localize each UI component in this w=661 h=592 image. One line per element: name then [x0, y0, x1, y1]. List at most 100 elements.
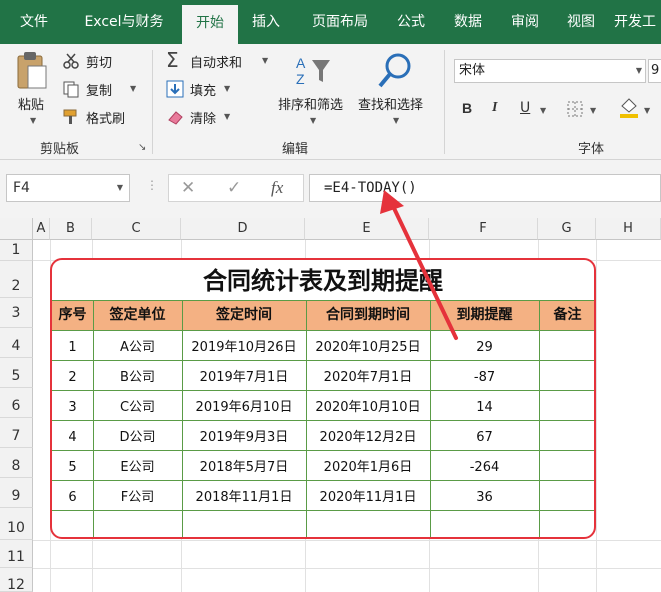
font-size-select[interactable]: 9: [648, 59, 661, 83]
cut-button[interactable]: 剪切: [86, 52, 112, 71]
tab-view[interactable]: 视图: [556, 0, 606, 44]
name-box-dropdown-icon[interactable]: ▼: [117, 175, 123, 201]
row-header-8[interactable]: 8: [0, 448, 33, 478]
fill-color-icon[interactable]: [618, 96, 640, 118]
tab-file[interactable]: 文件: [6, 0, 62, 44]
table-cell[interactable]: B公司: [93, 360, 182, 390]
column-header-g[interactable]: G: [538, 218, 596, 240]
insert-function-icon[interactable]: fx: [271, 178, 283, 198]
table-cell[interactable]: [539, 360, 594, 390]
table-cell[interactable]: 2020年1月6日: [306, 450, 430, 480]
table-cell[interactable]: [539, 480, 594, 510]
bold-button[interactable]: B: [462, 100, 472, 116]
tab-page-layout[interactable]: 页面布局: [298, 0, 382, 44]
table-cell[interactable]: [539, 330, 594, 360]
header-cell-sign-date[interactable]: 签定时间: [182, 300, 306, 330]
header-cell-reminder[interactable]: 到期提醒: [430, 300, 539, 330]
font-name-dropdown-icon[interactable]: ▼: [636, 60, 642, 82]
table-cell[interactable]: 6: [52, 480, 93, 510]
tab-data[interactable]: 数据: [442, 0, 494, 44]
header-cell-remarks[interactable]: 备注: [539, 300, 594, 330]
find-select-dropdown-icon[interactable]: ▼: [393, 116, 399, 125]
row-header-4[interactable]: 4: [0, 328, 33, 358]
copy-dropdown-icon[interactable]: ▼: [130, 84, 136, 93]
fill-button[interactable]: 填充: [190, 80, 216, 99]
row-header-2[interactable]: 2: [0, 261, 33, 298]
cancel-icon[interactable]: ✕: [181, 178, 195, 198]
tab-developer[interactable]: 开发工: [614, 0, 661, 44]
format-painter-button[interactable]: 格式刷: [86, 108, 125, 127]
row-header-9[interactable]: 9: [0, 478, 33, 508]
table-cell[interactable]: 2018年5月7日: [182, 450, 306, 480]
table-cell[interactable]: [539, 390, 594, 420]
table-cell[interactable]: [539, 450, 594, 480]
table-cell[interactable]: 67: [430, 420, 539, 450]
select-all-corner[interactable]: [0, 218, 33, 240]
table-cell[interactable]: 4: [52, 420, 93, 450]
header-cell-no[interactable]: 序号: [52, 300, 93, 330]
underline-dropdown-icon[interactable]: ▼: [540, 106, 546, 115]
autosum-button[interactable]: 自动求和: [190, 52, 242, 71]
name-box[interactable]: F4 ▼: [6, 174, 130, 202]
table-cell[interactable]: 2018年11月1日: [182, 480, 306, 510]
fill-color-dropdown-icon[interactable]: ▼: [644, 106, 650, 115]
borders-dropdown-icon[interactable]: ▼: [590, 106, 596, 115]
tab-review[interactable]: 审阅: [500, 0, 550, 44]
table-cell[interactable]: 1: [52, 330, 93, 360]
table-cell-selected[interactable]: 29: [430, 330, 539, 360]
row-header-10[interactable]: 10: [0, 508, 33, 540]
table-cell[interactable]: [182, 510, 306, 537]
table-cell[interactable]: 2019年10月26日: [182, 330, 306, 360]
font-name-select[interactable]: 宋体 ▼: [454, 59, 646, 83]
enter-icon[interactable]: ✓: [227, 178, 241, 198]
column-header-b[interactable]: B: [50, 218, 92, 240]
header-cell-expiry-date[interactable]: 合同到期时间: [306, 300, 430, 330]
table-cell[interactable]: 2020年10月25日: [306, 330, 430, 360]
row-header-6[interactable]: 6: [0, 388, 33, 418]
tab-excel-finance[interactable]: Excel与财务: [70, 0, 178, 44]
paste-icon[interactable]: [14, 50, 50, 92]
table-cell[interactable]: D公司: [93, 420, 182, 450]
underline-button[interactable]: U: [520, 100, 530, 116]
column-header-d[interactable]: D: [181, 218, 305, 240]
autosum-dropdown-icon[interactable]: ▼: [262, 56, 268, 65]
row-header-7[interactable]: 7: [0, 418, 33, 448]
column-header-c[interactable]: C: [92, 218, 181, 240]
table-cell[interactable]: 2020年12月2日: [306, 420, 430, 450]
table-cell[interactable]: -87: [430, 360, 539, 390]
sort-filter-button[interactable]: 排序和筛选: [278, 94, 343, 113]
table-cell[interactable]: [52, 510, 93, 537]
table-cell[interactable]: 2019年6月10日: [182, 390, 306, 420]
column-header-a[interactable]: A: [33, 218, 50, 240]
clear-dropdown-icon[interactable]: ▼: [224, 112, 230, 121]
table-cell[interactable]: F公司: [93, 480, 182, 510]
tab-home[interactable]: 开始: [182, 5, 238, 44]
table-cell[interactable]: [539, 510, 594, 537]
italic-button[interactable]: I: [492, 100, 497, 116]
row-header-5[interactable]: 5: [0, 358, 33, 388]
borders-icon[interactable]: [566, 100, 584, 118]
table-cell[interactable]: [430, 510, 539, 537]
table-cell[interactable]: [306, 510, 430, 537]
table-cell[interactable]: [93, 510, 182, 537]
copy-button[interactable]: 复制: [86, 80, 112, 99]
clear-button[interactable]: 清除: [190, 108, 216, 127]
table-cell[interactable]: -264: [430, 450, 539, 480]
paste-dropdown-icon[interactable]: ▼: [30, 116, 36, 125]
table-cell[interactable]: 2019年7月1日: [182, 360, 306, 390]
table-cell[interactable]: 2020年11月1日: [306, 480, 430, 510]
table-cell[interactable]: 36: [430, 480, 539, 510]
row-header-3[interactable]: 3: [0, 298, 33, 328]
sort-filter-dropdown-icon[interactable]: ▼: [310, 116, 316, 125]
table-cell[interactable]: E公司: [93, 450, 182, 480]
table-cell[interactable]: C公司: [93, 390, 182, 420]
header-cell-company[interactable]: 签定单位: [93, 300, 182, 330]
clipboard-launcher-icon[interactable]: ↘: [138, 142, 146, 153]
column-header-e[interactable]: E: [305, 218, 429, 240]
fill-dropdown-icon[interactable]: ▼: [224, 84, 230, 93]
column-header-h[interactable]: H: [596, 218, 661, 240]
row-header-12[interactable]: 12: [0, 568, 33, 592]
row-header-1[interactable]: 1: [0, 240, 33, 261]
paste-button[interactable]: 粘贴: [18, 94, 44, 113]
row-header-11[interactable]: 11: [0, 540, 33, 568]
